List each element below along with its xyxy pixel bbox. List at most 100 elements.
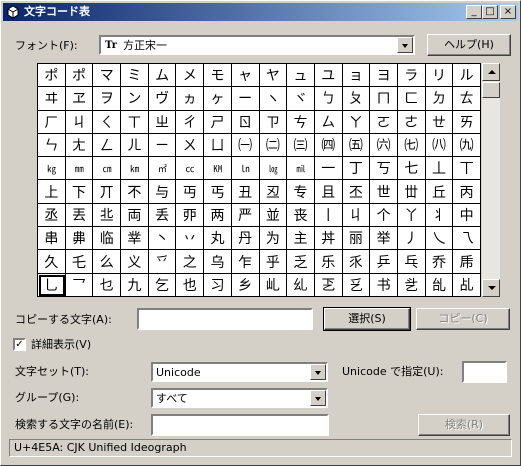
char-cell[interactable]: ル	[453, 64, 481, 88]
char-cell[interactable]: ポ	[65, 64, 94, 88]
char-cell[interactable]: 么	[93, 250, 122, 274]
char-cell[interactable]: ㄞ	[453, 110, 481, 134]
char-cell[interactable]: 久	[38, 250, 66, 274]
maximize-button[interactable]: □	[482, 5, 498, 19]
char-cell[interactable]: 习	[204, 273, 232, 297]
char-cell[interactable]: 両	[121, 203, 149, 228]
char-cell[interactable]: 串	[38, 227, 66, 251]
char-cell[interactable]: ㈠	[231, 133, 260, 158]
char-cell[interactable]: ㄐ	[65, 110, 94, 134]
char-cell[interactable]: ㄘ	[287, 110, 315, 134]
char-cell[interactable]: ㄆ	[342, 87, 371, 111]
char-cell[interactable]: ㄑ	[93, 110, 122, 134]
char-cell[interactable]: 丷	[176, 227, 205, 251]
char-cell[interactable]: ㄗ	[259, 110, 288, 134]
char-cell[interactable]: 乞	[148, 273, 177, 297]
char-cell[interactable]: 乍	[231, 250, 260, 274]
char-cell[interactable]: 严	[231, 203, 260, 228]
char-cell[interactable]: 丄	[425, 157, 454, 181]
char-cell[interactable]: 丽	[342, 227, 371, 251]
char-cell[interactable]: 一	[314, 157, 343, 181]
char-cell[interactable]: 丒	[259, 180, 288, 204]
char-cell[interactable]: 丁	[342, 157, 371, 181]
char-cell[interactable]: 两	[204, 203, 232, 228]
char-cell[interactable]: モ	[204, 64, 232, 88]
char-cell[interactable]: 也	[176, 273, 205, 297]
char-cell[interactable]: ャ	[231, 64, 260, 88]
group-dropdown-arrow[interactable]	[310, 390, 326, 406]
char-cell[interactable]: 乩	[453, 273, 481, 297]
scroll-down-button[interactable]	[482, 279, 500, 297]
char-cell[interactable]: ㄓ	[148, 110, 177, 134]
scroll-up-button[interactable]	[482, 63, 500, 81]
char-cell[interactable]: 丐	[204, 180, 232, 204]
char-cell[interactable]: 上	[38, 180, 66, 204]
char-cell[interactable]: ㄙ	[314, 110, 343, 134]
font-dropdown-arrow[interactable]	[397, 37, 413, 53]
char-cell[interactable]: ㏕	[287, 157, 315, 181]
char-cell[interactable]: 丹	[231, 227, 260, 251]
char-cell[interactable]: ユ	[314, 64, 343, 88]
char-cell[interactable]: 世	[370, 180, 398, 204]
char-cell[interactable]: 为	[259, 227, 288, 251]
char-cell[interactable]: 乏	[287, 250, 315, 274]
char-cell[interactable]: ㈡	[259, 133, 288, 158]
char-cell[interactable]: 乐	[314, 250, 343, 274]
char-cell[interactable]: ポ	[38, 64, 66, 88]
char-cell[interactable]: 乡	[231, 273, 260, 297]
char-cell[interactable]: ㄧ	[148, 133, 177, 158]
char-cell[interactable]: ミ	[121, 64, 149, 88]
charset-dropdown-arrow[interactable]	[310, 364, 326, 380]
char-cell[interactable]: ヲ	[93, 87, 122, 111]
char-cell[interactable]: 丵	[121, 227, 149, 251]
font-combobox[interactable]: Tr 方正宋一	[99, 35, 415, 55]
char-cell[interactable]: ㏄	[176, 157, 205, 181]
char-cell[interactable]: ㈢	[287, 133, 315, 158]
char-cell[interactable]: ヶ	[204, 87, 232, 111]
char-cell[interactable]: 丏	[176, 180, 205, 204]
char-cell[interactable]: ㄔ	[176, 110, 205, 134]
char-cell[interactable]: ヽ	[259, 87, 288, 111]
char-cell[interactable]: 丳	[65, 227, 94, 251]
char-cell[interactable]: 丠	[93, 203, 122, 228]
char-cell[interactable]: ㄚ	[342, 110, 371, 134]
char-cell[interactable]: ㎞	[121, 157, 149, 181]
char-cell[interactable]: 丢	[148, 203, 177, 228]
char-cell[interactable]: 个	[370, 203, 398, 228]
char-cell[interactable]: ㄦ	[121, 133, 149, 158]
char-cell[interactable]: ㄩ	[204, 133, 232, 158]
char-cell[interactable]: 举	[370, 227, 398, 251]
char-cell[interactable]: ㈥	[370, 133, 398, 158]
char-cell[interactable]: 乜	[93, 273, 122, 297]
char-cell[interactable]: 丨	[314, 203, 343, 228]
char-cell[interactable]: ㄤ	[65, 133, 94, 158]
char-cell[interactable]: ㄇ	[370, 87, 398, 111]
title-bar[interactable]: 文字コード表 _ □ ×	[3, 3, 518, 21]
advanced-view-checkbox[interactable]: ✓	[13, 338, 26, 351]
char-cell[interactable]: 乒	[370, 250, 398, 274]
char-cell[interactable]: 乓	[397, 250, 426, 274]
char-cell[interactable]: ㏎	[204, 157, 232, 181]
char-cell[interactable]: 丅	[453, 157, 481, 181]
char-cell[interactable]: 与	[148, 180, 177, 204]
char-cell[interactable]: 乇	[65, 250, 94, 274]
char-cell[interactable]: ㎜	[65, 157, 94, 181]
char-cell[interactable]: 乨	[425, 273, 454, 297]
char-cell[interactable]: 丸	[204, 227, 232, 251]
char-cell[interactable]: 丞	[38, 203, 66, 228]
char-cell[interactable]: ㎏	[38, 157, 66, 181]
char-cell[interactable]: ㄨ	[176, 133, 205, 158]
copy-button[interactable]: コピー(C)	[416, 308, 510, 330]
char-cell[interactable]: 且	[314, 180, 343, 204]
char-cell[interactable]: 丬	[425, 203, 454, 228]
character-grid[interactable]: ポポマミムメモャヤュユョヨラリルヰヱヲンヴヵヶーヽヾㄅㄆㄇㄈㄉㄊㄏㄐㄑㄒㄓㄔㄕㄖ…	[37, 63, 481, 297]
char-cell[interactable]: ㄖ	[231, 110, 260, 134]
char-cell[interactable]: 丕	[342, 180, 371, 204]
char-cell[interactable]: 乢	[259, 273, 288, 297]
char-cell[interactable]: 丘	[425, 180, 454, 204]
char-cell[interactable]: 乌	[204, 250, 232, 274]
char-cell[interactable]: 丂	[370, 157, 398, 181]
char-cell[interactable]: ㎡	[148, 157, 177, 181]
char-cell[interactable]: 主	[287, 227, 315, 251]
char-cell[interactable]: 乊	[148, 250, 177, 274]
